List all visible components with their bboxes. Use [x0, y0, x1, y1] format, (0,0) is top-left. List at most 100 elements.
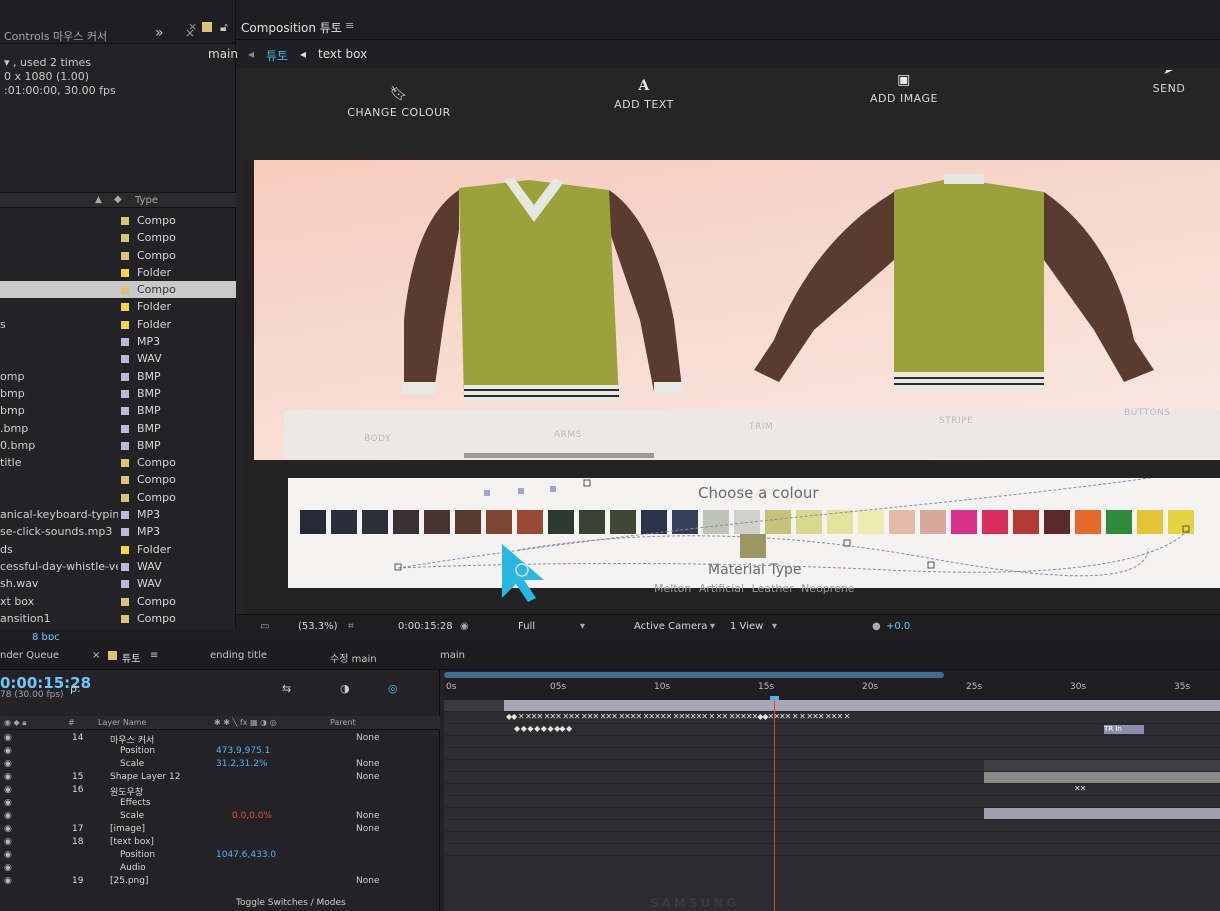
breadcrumb-text-box[interactable]: text box [318, 47, 367, 61]
layer-name[interactable]: Shape Layer 12 [110, 772, 180, 782]
layer-row[interactable]: ◉ Effects [0, 797, 440, 810]
project-item[interactable]: ansition1 Compo [0, 610, 236, 627]
layer-row[interactable]: ◉ 17 [image] None [0, 823, 440, 836]
layer-row[interactable]: ◉ 15 Shape Layer 12 None [0, 771, 440, 784]
layer-tracks[interactable]: ◆◆ ✕ ✕✕✕ ✕✕✕ ✕✕✕ ✕✕✕ ✕✕✕ ✕✕✕✕ ✕✕✕✕✕ ✕✕✕✕… [444, 700, 1220, 911]
visibility-icon[interactable]: ◉ [4, 798, 12, 808]
close-icon[interactable]: × [188, 20, 197, 33]
panel-menu-icon[interactable]: ≡ [345, 19, 354, 32]
project-item[interactable]: cessful-day-whistle-version.wav WAV [0, 558, 236, 575]
tab-edit-main[interactable]: 수정 main [330, 650, 377, 665]
layer-name[interactable]: [25.png] [110, 876, 148, 886]
transition-label[interactable]: TR In [1104, 725, 1144, 734]
layer-name-header[interactable]: Layer Name [98, 718, 146, 727]
layer-row[interactable]: ◉ 19 [25.png] None [0, 875, 440, 888]
grid-icon[interactable]: ⌗ [348, 621, 354, 632]
chevron-down-icon[interactable]: ▾ [772, 621, 777, 632]
project-item[interactable]: Compo [0, 281, 236, 299]
project-item[interactable]: WAV [0, 350, 236, 367]
parent-dropdown[interactable]: None [356, 733, 379, 743]
work-area-bar[interactable] [444, 672, 944, 678]
tab-buttons[interactable]: BUTTONS [1124, 408, 1171, 418]
reset-exposure-icon[interactable]: ● [872, 621, 881, 632]
tab-arms[interactable]: ARMS [554, 430, 582, 440]
tab-render-queue[interactable]: nder Queue [0, 650, 59, 661]
view-layout-dropdown[interactable]: 1 View [730, 621, 763, 632]
project-item[interactable]: Compo [0, 471, 236, 488]
snapshot-icon[interactable]: ▭ [260, 621, 269, 632]
tab-main[interactable]: main [440, 650, 465, 661]
chevron-down-icon[interactable]: ▾ [580, 621, 585, 632]
layer-bar[interactable] [984, 808, 1220, 819]
current-time-display[interactable]: 0:00:15:28 [398, 621, 453, 632]
chevron-down-icon[interactable]: ▾ [710, 621, 715, 632]
tab-stripe[interactable]: STRIPE [939, 416, 973, 426]
project-item[interactable]: bmp BMP [0, 402, 236, 419]
effect-controls-tab[interactable]: Controls 마우스 커서 [4, 28, 107, 44]
parent-dropdown[interactable]: None [356, 811, 379, 821]
label-tag-icon[interactable]: ◆ [114, 194, 122, 205]
layer-name[interactable]: Scale [120, 759, 144, 769]
project-item[interactable]: Compo [0, 489, 236, 506]
project-item[interactable]: omp BMP [0, 368, 236, 385]
time-ruler[interactable]: 0s 05s 10s 15s 20s 25s 30s 35s [444, 670, 1220, 706]
layer-bar[interactable] [504, 700, 1220, 711]
project-item[interactable]: Compo [0, 229, 236, 246]
visibility-icon[interactable]: ◉ [4, 733, 12, 743]
close-icon[interactable]: × [92, 650, 100, 661]
send-button[interactable]: ➤ SEND [1124, 70, 1214, 95]
layer-row[interactable]: ◉ Scale 31.2,31.2% None [0, 758, 440, 771]
tab-ending-title[interactable]: ending title [210, 650, 267, 661]
panel-overflow-icon[interactable]: » [155, 25, 164, 41]
resolution-dropdown[interactable]: Full [518, 621, 535, 632]
lock-icon[interactable]: 🔓︎ [220, 20, 228, 35]
layer-row[interactable]: ◉ 16 원도우창 [0, 784, 440, 798]
layer-name[interactable]: Scale [120, 811, 144, 821]
project-item[interactable]: .bmp BMP [0, 420, 236, 437]
project-item[interactable]: Compo [0, 247, 236, 264]
visibility-icon[interactable]: ◉ [4, 811, 12, 821]
layer-row[interactable]: ◉ 18 [text box] [0, 836, 440, 849]
layer-row[interactable]: ◉ Scale 0.0,0.0% None [0, 810, 440, 823]
panel-menu-icon[interactable]: ≡ [150, 650, 158, 661]
playhead-line[interactable] [774, 700, 775, 911]
project-item[interactable]: Compo [0, 212, 236, 229]
visibility-icon[interactable]: ◉ [4, 824, 12, 834]
breadcrumb-main[interactable]: main [208, 47, 238, 61]
exposure-value[interactable]: +0.0 [886, 621, 910, 632]
parent-dropdown[interactable]: None [356, 876, 379, 886]
project-item[interactable]: s Folder [0, 316, 236, 333]
magnification-dropdown[interactable]: (53.3%) [298, 621, 338, 632]
layer-name[interactable]: Effects [120, 798, 151, 808]
visibility-icon[interactable]: ◉ [4, 863, 12, 873]
project-item[interactable]: title Compo [0, 454, 236, 471]
visibility-icon[interactable]: ◉ [4, 772, 12, 782]
property-value[interactable]: 0.0,0.0% [232, 811, 272, 821]
composition-tab-title[interactable]: Composition 튜토 [241, 19, 342, 36]
project-item[interactable]: sh.wav WAV [0, 575, 236, 592]
project-item[interactable]: ds Folder [0, 541, 236, 558]
visibility-icon[interactable]: ◉ [4, 850, 12, 860]
layer-name[interactable]: [image] [110, 824, 145, 834]
keyframe-row[interactable]: ✕✕ [1074, 784, 1086, 793]
tab-tutorial[interactable]: 튜토 [122, 650, 140, 665]
sort-arrow-icon[interactable]: ▲ [95, 195, 102, 205]
composition-flowchart-icon[interactable]: ⇆ [282, 682, 291, 695]
property-value[interactable]: 31.2,31.2% [216, 759, 268, 769]
tab-trim[interactable]: TRIM [749, 422, 773, 432]
visibility-icon[interactable]: ◉ [4, 876, 12, 886]
project-item[interactable]: 0.bmp BMP [0, 437, 236, 454]
add-text-button[interactable]: A ADD TEXT [584, 78, 704, 111]
add-image-button[interactable]: ▣ ADD IMAGE [844, 72, 964, 105]
visibility-icon[interactable]: ◉ [4, 746, 12, 756]
property-value[interactable]: 473.9,975.1 [216, 746, 270, 756]
property-value[interactable]: 1047.6,433.0 [216, 850, 276, 860]
layer-bar[interactable] [984, 760, 1220, 771]
change-colour-button[interactable]: 🔖︎ CHANGE COLOUR [334, 86, 464, 119]
layer-name[interactable]: [text box] [110, 837, 154, 847]
layer-row[interactable]: ◉ Position 1047.6,433.0 [0, 849, 440, 862]
parent-dropdown[interactable]: None [356, 824, 379, 834]
project-item[interactable]: Folder [0, 298, 236, 315]
layer-bar[interactable] [984, 772, 1220, 783]
parent-header[interactable]: Parent [330, 718, 356, 727]
